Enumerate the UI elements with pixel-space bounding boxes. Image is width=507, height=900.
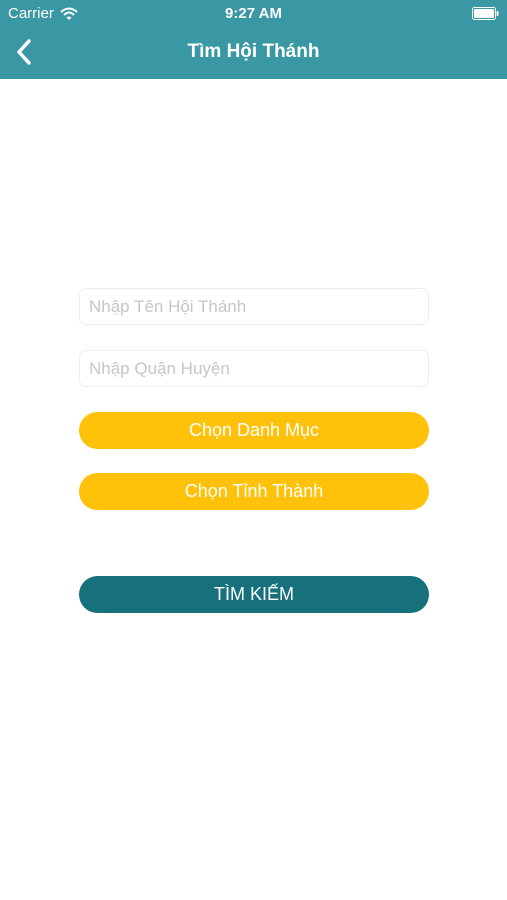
district-input[interactable]	[79, 350, 429, 387]
select-category-button[interactable]: Chọn Danh Mục	[79, 412, 429, 449]
status-time: 9:27 AM	[225, 5, 282, 22]
page-title: Tìm Hội Thánh	[187, 41, 320, 62]
navigation-bar: Tìm Hội Thánh	[0, 28, 507, 79]
app-header: Carrier 9:27 AM Tìm Hội Thánh	[0, 0, 507, 79]
battery-icon	[472, 7, 499, 20]
church-name-input[interactable]	[79, 288, 429, 325]
search-button[interactable]: TÌM KIẾM	[79, 576, 429, 613]
search-form: Chọn Danh Mục Chọn Tỉnh Thành TÌM KIẾM	[79, 288, 429, 613]
select-province-button[interactable]: Chọn Tỉnh Thành	[79, 473, 429, 510]
status-bar: Carrier 9:27 AM	[0, 0, 507, 28]
